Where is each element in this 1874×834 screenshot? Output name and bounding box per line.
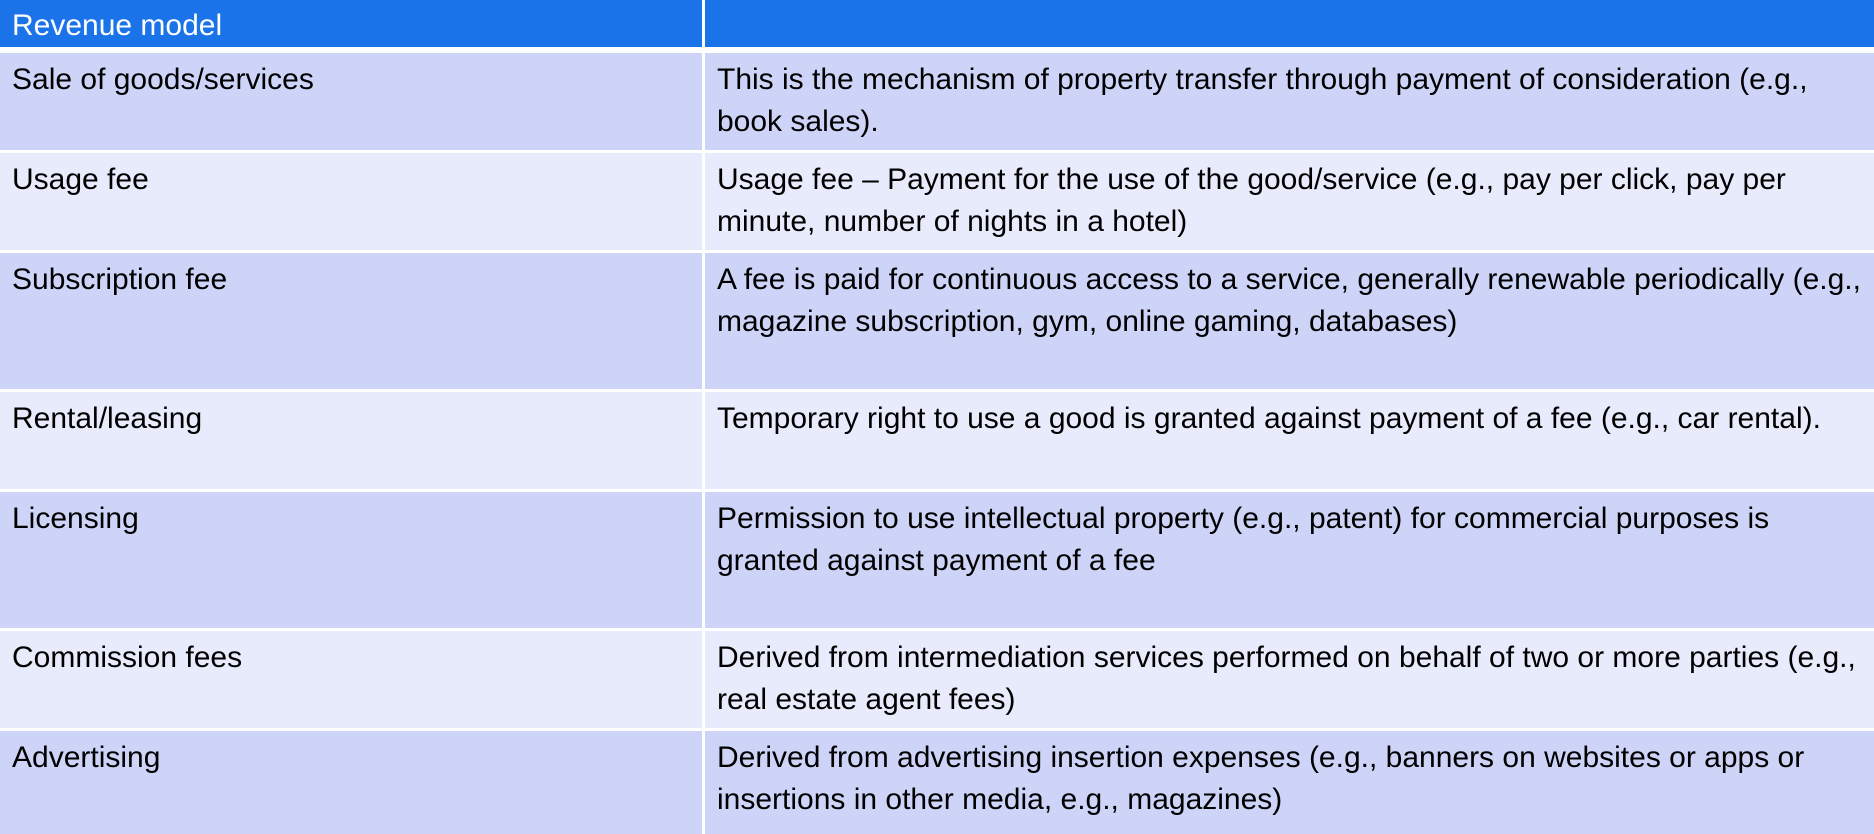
row-description-sale-of-goods: This is the mechanism of property transf…	[705, 53, 1874, 153]
row-description-subscription-fee: A fee is paid for continuous access to a…	[705, 253, 1874, 392]
row-model-licensing: Licensing	[0, 492, 705, 631]
row-model-subscription-fee: Subscription fee	[0, 253, 705, 392]
row-model-sale-of-goods: Sale of goods/services	[0, 53, 705, 153]
row-model-advertising: Advertising	[0, 731, 705, 834]
row-model-rental-leasing: Rental/leasing	[0, 392, 705, 492]
header-cell-revenue-model: Revenue model	[0, 0, 705, 53]
row-description-advertising: Derived from advertising insertion expen…	[705, 731, 1874, 834]
row-model-commission-fees: Commission fees	[0, 631, 705, 731]
row-model-usage-fee: Usage fee	[0, 153, 705, 253]
row-description-rental-leasing: Temporary right to use a good is granted…	[705, 392, 1874, 492]
row-description-commission-fees: Derived from intermediation services per…	[705, 631, 1874, 731]
revenue-model-table: Revenue model Sale of goods/services Thi…	[0, 0, 1874, 834]
row-description-usage-fee: Usage fee – Payment for the use of the g…	[705, 153, 1874, 253]
row-description-licensing: Permission to use intellectual property …	[705, 492, 1874, 631]
header-cell-description	[705, 0, 1874, 53]
